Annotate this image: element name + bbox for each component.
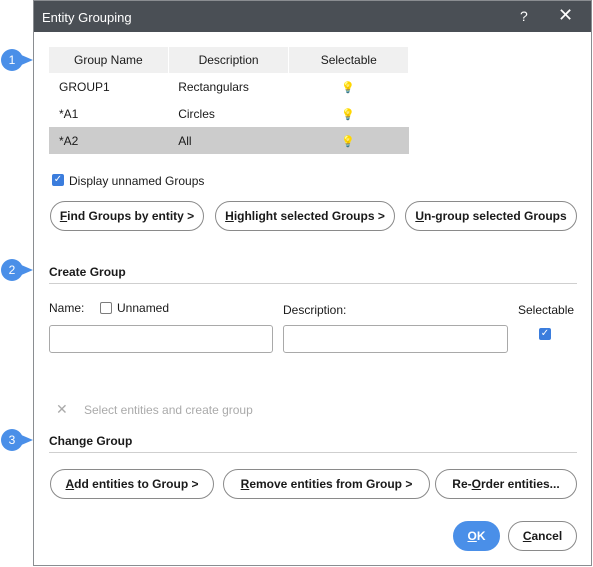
lightbulb-on-icon[interactable]: 💡 <box>341 81 355 94</box>
create-group-heading: Create Group <box>49 265 126 279</box>
unnamed-checkbox[interactable] <box>100 302 112 314</box>
group-name-cell[interactable]: *A2 <box>49 127 169 154</box>
selectable-cell[interactable]: 💡 <box>289 100 409 127</box>
lightbulb-off-icon[interactable]: 💡 <box>341 135 355 148</box>
remove-entities-button[interactable]: Remove entities from Group > <box>223 469 430 499</box>
highlight-groups-button[interactable]: Highlight selected Groups > <box>215 201 395 231</box>
column-header-selectable[interactable]: Selectable <box>288 47 409 73</box>
column-header-group-name[interactable]: Group Name <box>49 47 169 73</box>
groups-table: Group Name Description Selectable GROUP1… <box>49 47 409 154</box>
table-row[interactable]: *A2 All 💡 <box>49 127 409 154</box>
create-group-action[interactable]: Select entities and create group <box>84 403 253 417</box>
reorder-entities-button[interactable]: Re-Order entities... <box>435 469 577 499</box>
dialog-title: Entity Grouping <box>42 10 132 25</box>
divider <box>49 283 577 284</box>
callout-2: 2 <box>1 259 35 281</box>
description-input[interactable] <box>283 325 508 353</box>
description-cell[interactable]: Circles <box>168 100 289 127</box>
display-unnamed-checkbox[interactable]: ✓ <box>52 174 64 186</box>
title-bar: Entity Grouping ? ✕ <box>34 1 591 32</box>
divider <box>49 452 577 453</box>
group-name-cell[interactable]: *A1 <box>49 100 168 127</box>
table-row[interactable]: GROUP1 Rectangulars 💡 <box>49 73 409 100</box>
create-group-icon: ✕ <box>56 401 68 417</box>
lightbulb-off-icon[interactable]: 💡 <box>341 108 355 121</box>
name-label: Name: <box>49 301 85 315</box>
selectable-checkbox[interactable]: ✓ <box>539 328 551 340</box>
table-row[interactable]: *A1 Circles 💡 <box>49 100 409 127</box>
group-name-cell[interactable]: GROUP1 <box>49 73 168 100</box>
selectable-cell[interactable]: 💡 <box>289 73 409 100</box>
column-header-description[interactable]: Description <box>168 47 290 73</box>
find-groups-button[interactable]: Find Groups by entity > <box>50 201 204 231</box>
selectable-cell[interactable]: 💡 <box>288 127 409 154</box>
name-input[interactable] <box>49 325 273 353</box>
ok-button[interactable]: OK <box>453 521 500 551</box>
add-entities-button[interactable]: Add entities to Group > <box>50 469 214 499</box>
ungroup-button[interactable]: Un-group selected Groups <box>405 201 577 231</box>
unnamed-label: Unnamed <box>117 301 170 315</box>
entity-grouping-dialog: Entity Grouping ? ✕ Group Name Descripti… <box>33 0 592 566</box>
description-label: Description: <box>283 303 347 317</box>
help-button[interactable]: ? <box>520 8 528 24</box>
selectable-label: Selectable <box>518 303 575 317</box>
close-icon[interactable]: ✕ <box>558 5 573 26</box>
change-group-heading: Change Group <box>49 434 133 448</box>
callout-1: 1 <box>1 49 35 71</box>
callout-3: 3 <box>1 429 35 451</box>
display-unnamed-label: Display unnamed Groups <box>69 174 205 188</box>
cancel-button[interactable]: Cancel <box>508 521 577 551</box>
description-cell[interactable]: All <box>168 127 289 154</box>
description-cell[interactable]: Rectangulars <box>168 73 289 100</box>
